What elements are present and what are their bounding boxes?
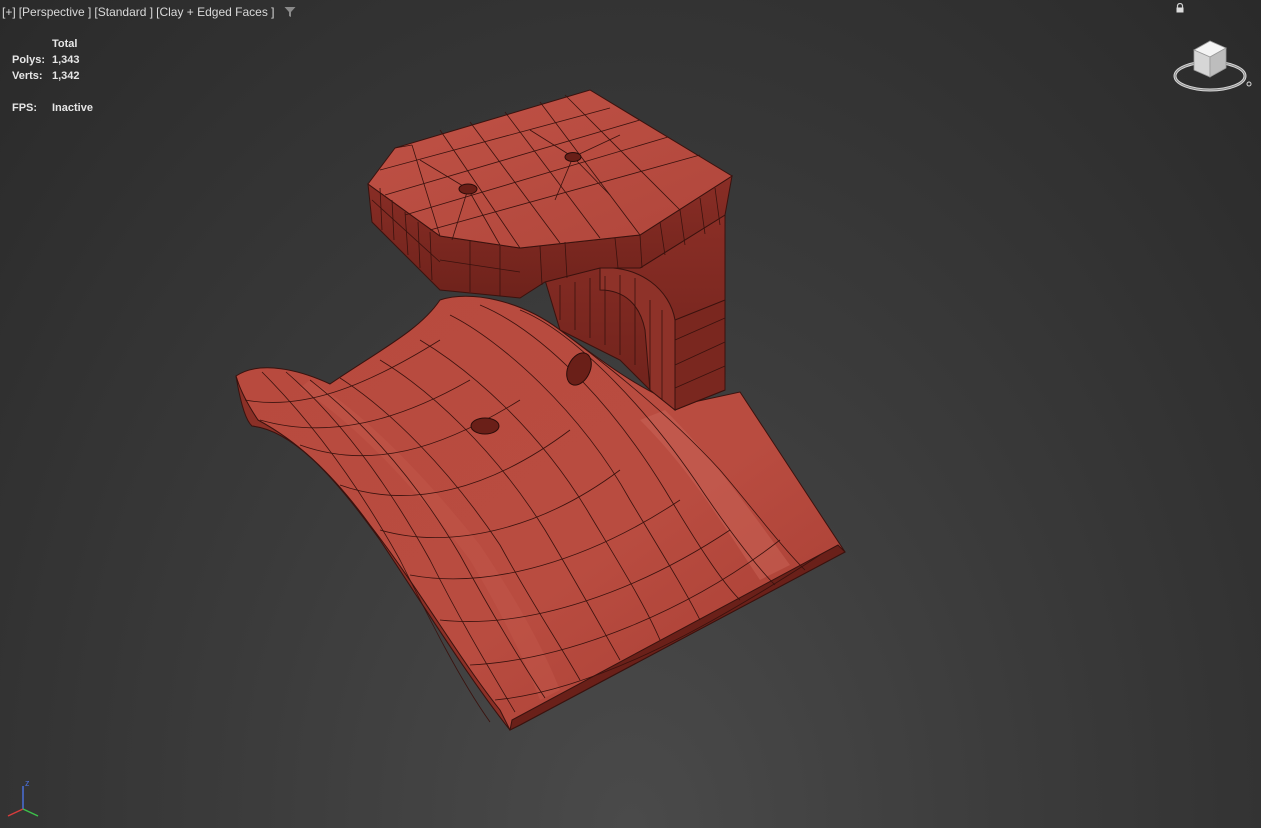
axis-tripod: z xyxy=(7,778,39,817)
clay-mesh-model[interactable] xyxy=(0,0,1261,828)
perspective-viewport[interactable]: [+] [Perspective ] [Standard ] [Clay + E… xyxy=(0,0,1261,828)
y-axis-line xyxy=(22,808,39,817)
z-axis-label: z xyxy=(25,778,30,788)
x-axis-line xyxy=(7,808,24,817)
base-surface[interactable] xyxy=(235,295,846,731)
